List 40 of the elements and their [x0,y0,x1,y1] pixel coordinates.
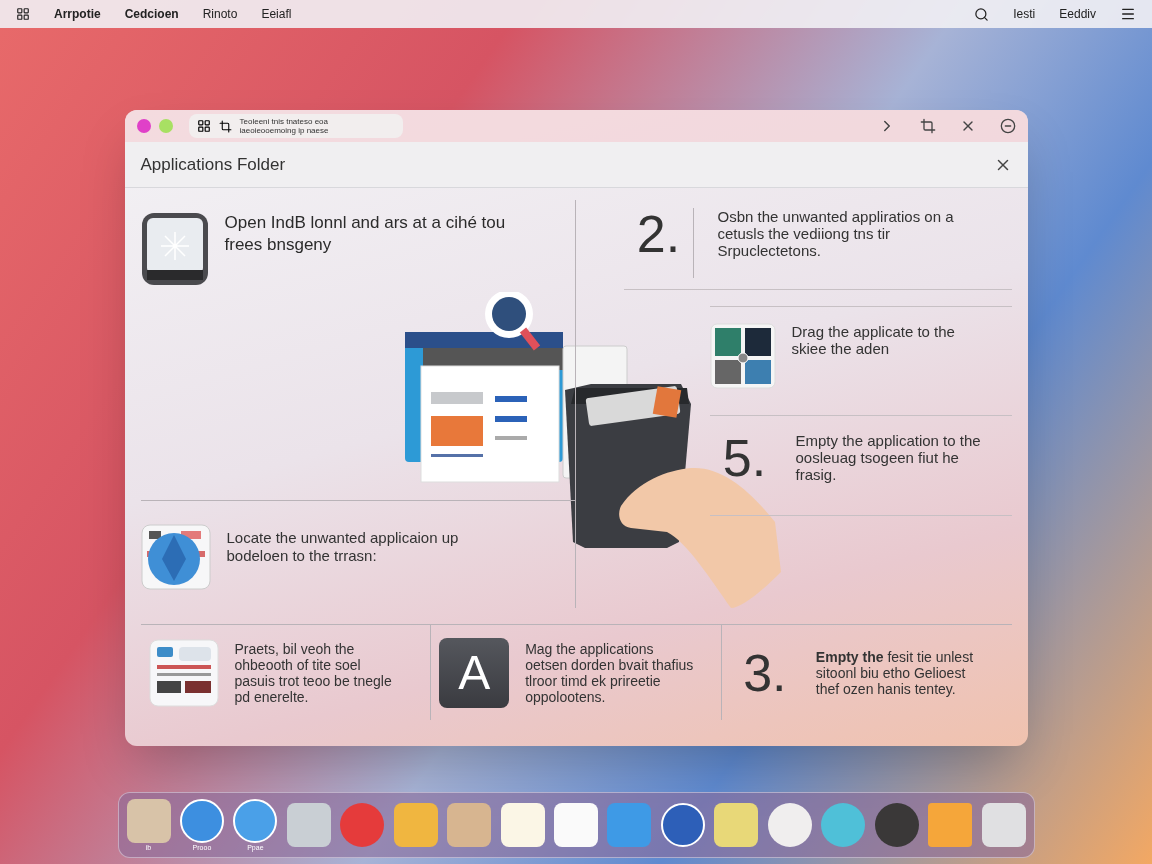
dock-app-icon[interactable] [500,803,545,847]
close-window-button[interactable] [136,119,151,133]
status-item[interactable]: Eeddiv [1059,5,1096,23]
dock-app-icon[interactable] [981,803,1026,847]
step-text: Mag the applications oetsen dorden bvait thafius tlroor timd ek prireetie oppolootens. [525,640,695,705]
menu-item[interactable]: Arrpotie [54,5,101,23]
step-number: 5. [721,432,768,484]
step-text: Open IndB lonnl and ars at a cihé tou frees bnsgeny [224,212,507,256]
letter-a-app-icon: A [439,637,510,708]
status-item[interactable]: Iesti [1013,5,1036,23]
menu-item[interactable]: Rinoto [202,5,238,23]
dock-app-icon[interactable] [767,803,812,847]
dock-app-icon[interactable] [660,803,705,847]
step-number: 2. [635,208,682,265]
menu-icon[interactable] [1120,6,1136,22]
glass-app-icon [140,212,209,286]
step-text: Praets, bil veoh the ohbeooth of tite soel pasuis trot teoo be tnegle pd enerelte. [234,640,393,705]
minus-circle-icon[interactable] [999,118,1016,134]
step-text: Drag the applicate to the skiee the aden [791,323,956,357]
document-thumbnail-icon [148,638,219,707]
menu-item[interactable]: Eeiafl [261,5,292,23]
address-bar[interactable]: Teoleeni tnis tnateso eoa iaeoieooemoing ip naese [188,114,403,138]
grid-icon [196,119,211,133]
step-text: Locate the unwanted applicaion up bodeloen to the trrasn: [226,528,460,565]
search-icon[interactable] [974,6,990,22]
window-title: Applications Folder [140,153,287,176]
step-number: 3. [742,646,788,699]
step-text: Empty the application to the oosleuag tsogeen fiut he frasig. [795,432,982,483]
dock-app-icon[interactable] [554,803,598,847]
step-text: Empty the fesit tie unlest sitoonl biu etho Gelioest thef ozen hanis tentey. [815,648,975,697]
menu-item[interactable]: Cedcioen [124,5,179,23]
address-text: iaeoieooemoing ip naese [239,126,329,135]
globe-tile-icon [140,521,211,591]
photo-collage-icon [709,323,776,389]
step-text: Osbn the unwanted appliratios on a cetusls the vediiong tns tir Srpuclectetons. [717,208,955,259]
dock-app-icon[interactable] [874,803,919,847]
address-text: Teoleeni tnis tnateso eoa [239,117,329,126]
crop-icon[interactable] [919,118,936,134]
dock-app-icon[interactable] [714,803,759,847]
sidebar-icon[interactable] [16,7,30,21]
